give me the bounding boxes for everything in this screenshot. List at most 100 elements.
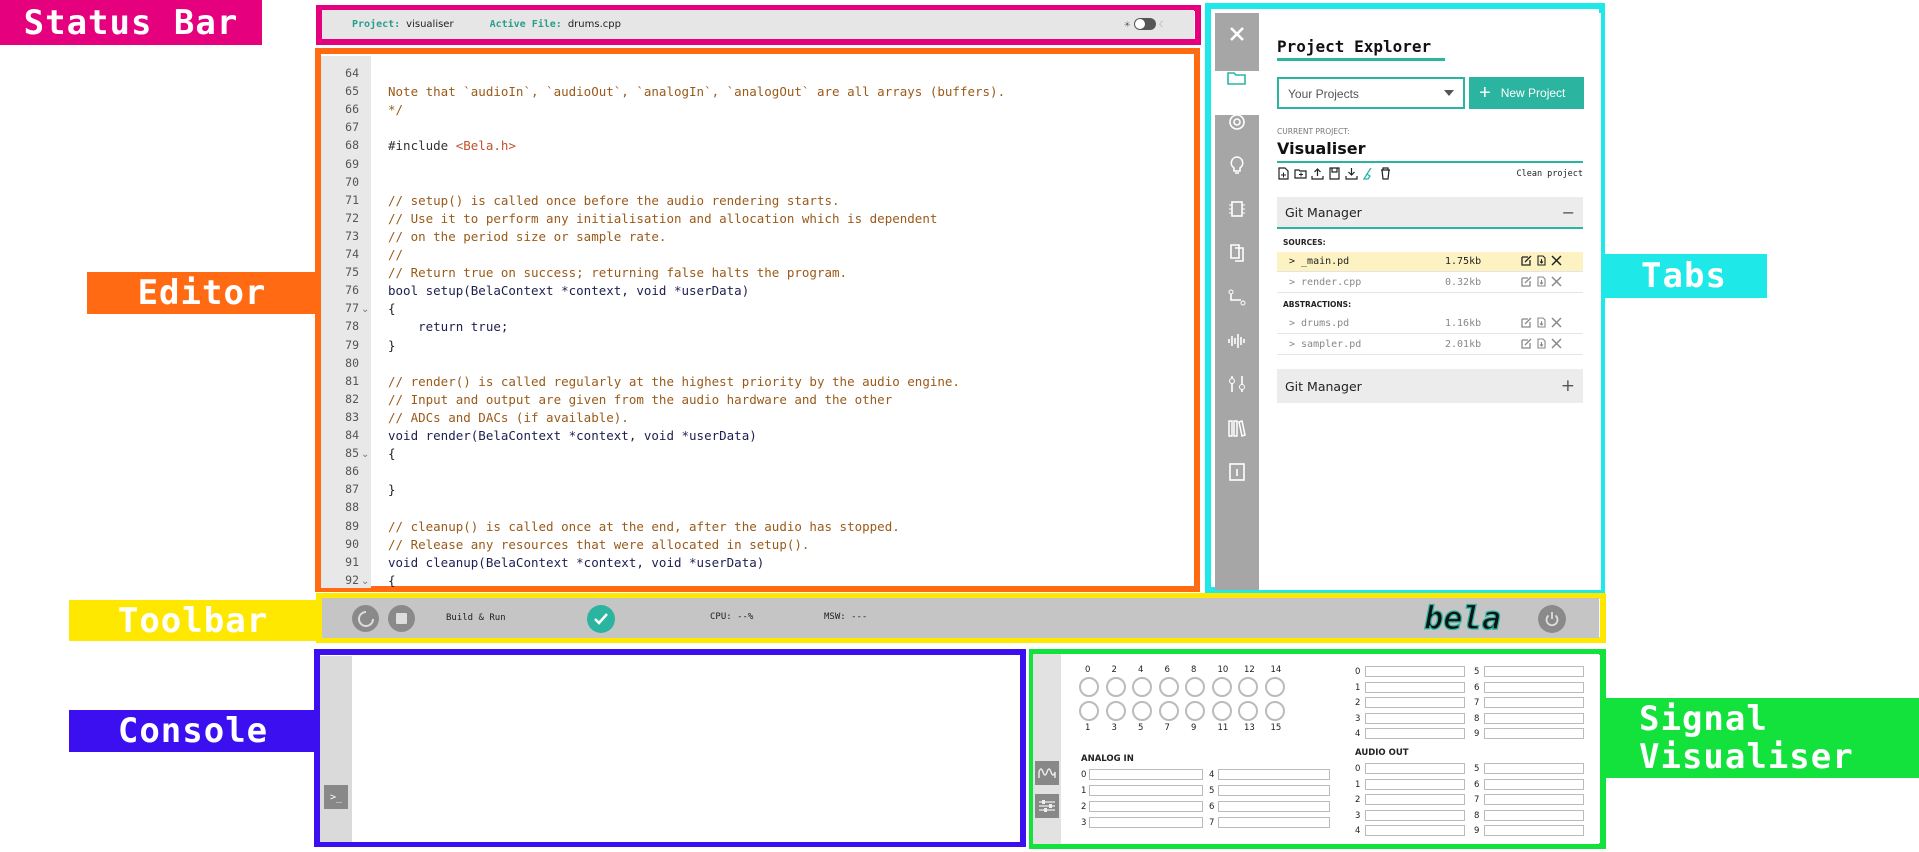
digital-pin-indicator[interactable] xyxy=(1079,677,1099,697)
stop-button[interactable] xyxy=(388,605,415,632)
digital-pin-indicator[interactable] xyxy=(1105,677,1126,697)
channel-meter xyxy=(1484,697,1584,708)
toggle-switch[interactable] xyxy=(1133,18,1156,30)
pipeline-icon[interactable] xyxy=(1226,286,1248,308)
digital-pin-indicator[interactable] xyxy=(1211,701,1232,721)
channel-number: 5 xyxy=(1474,667,1480,677)
fold-chevron-icon[interactable]: ⌄ xyxy=(361,576,369,587)
digital-pin-indicator[interactable] xyxy=(1238,701,1258,721)
edit-icon[interactable] xyxy=(1521,317,1532,328)
analog-in-label: ANALOG IN xyxy=(1081,754,1134,764)
digital-pin-indicator[interactable] xyxy=(1158,677,1179,697)
chip-icon[interactable] xyxy=(1226,198,1248,220)
new-project-label: New Project xyxy=(1500,86,1566,100)
code-line: // Return true on success; returning fal… xyxy=(388,265,848,281)
new-project-button[interactable]: + New Project xyxy=(1469,77,1584,109)
digital-pin-indicator[interactable] xyxy=(1211,677,1232,697)
digital-pin-indicator[interactable] xyxy=(1238,677,1258,697)
channel-number: 6 xyxy=(1474,779,1480,790)
channel-number: 11 xyxy=(1217,723,1229,733)
settings-icon[interactable] xyxy=(1226,111,1248,133)
channel-number: 7 xyxy=(1209,818,1215,828)
file-name: > sampler.pd xyxy=(1289,339,1362,350)
channel-meter xyxy=(1365,825,1465,836)
digital-pin-indicator[interactable] xyxy=(1132,701,1152,721)
oscilloscope-button[interactable] xyxy=(1035,761,1059,785)
channel-number: 9 xyxy=(1474,826,1480,836)
power-button[interactable] xyxy=(1538,605,1566,633)
file-row[interactable]: > drums.pd 1.16kb xyxy=(1277,314,1583,334)
file-row[interactable]: > render.cpp 0.32kb xyxy=(1277,273,1583,293)
channel-meter xyxy=(1484,794,1584,805)
file-row[interactable]: > _main.pd 1.75kb xyxy=(1277,252,1583,272)
clean-project-button[interactable]: Clean project xyxy=(1516,169,1583,179)
download-file-icon[interactable] xyxy=(1536,276,1547,287)
channel-meter xyxy=(1365,794,1465,805)
delete-icon[interactable] xyxy=(1551,255,1562,266)
digital-pin-indicator[interactable] xyxy=(1132,677,1152,697)
edit-icon[interactable] xyxy=(1521,276,1532,287)
project-value: visualiser xyxy=(406,19,454,30)
digital-pin-indicator[interactable] xyxy=(1185,701,1205,721)
line-number: 91 xyxy=(345,554,359,569)
check-icon xyxy=(594,613,608,625)
download-file-icon[interactable] xyxy=(1536,338,1547,349)
library-icon[interactable] xyxy=(1226,417,1248,439)
close-icon[interactable] xyxy=(1226,23,1248,45)
download-icon[interactable] xyxy=(1345,167,1358,180)
info-icon[interactable] xyxy=(1226,461,1248,483)
channel-meter xyxy=(1089,817,1203,828)
trash-icon[interactable] xyxy=(1379,167,1392,180)
build-run-button[interactable]: Build & Run xyxy=(446,613,506,623)
channel-number: 0 xyxy=(1355,667,1361,677)
git-manager-header-2[interactable]: Git Manager + xyxy=(1277,369,1583,403)
upload-icon[interactable] xyxy=(1311,167,1324,180)
file-name: > drums.pd xyxy=(1289,318,1350,329)
download-file-icon[interactable] xyxy=(1536,317,1547,328)
digital-pin-indicator[interactable] xyxy=(1105,701,1126,721)
controls-icon[interactable] xyxy=(1226,373,1248,395)
line-number: 79 xyxy=(345,337,359,352)
save-file-icon[interactable] xyxy=(1328,167,1341,180)
git-manager-header[interactable]: Git Manager − xyxy=(1277,197,1583,229)
channel-number: 6 xyxy=(1164,665,1170,675)
console-prompt-button[interactable]: >_ xyxy=(324,785,348,809)
digital-pin-indicator[interactable] xyxy=(1158,701,1179,721)
clean-icon[interactable] xyxy=(1362,167,1375,180)
file-size: 1.16kb xyxy=(1445,318,1482,329)
edit-icon[interactable] xyxy=(1521,255,1532,266)
file-row[interactable]: > sampler.pd 2.01kb xyxy=(1277,335,1583,355)
lightbulb-icon[interactable] xyxy=(1226,154,1248,176)
console-output[interactable] xyxy=(352,656,1020,842)
download-file-icon[interactable] xyxy=(1536,255,1547,266)
delete-icon[interactable] xyxy=(1551,276,1562,287)
folder-icon[interactable] xyxy=(1226,67,1248,89)
digital-pin-indicator[interactable] xyxy=(1264,677,1285,697)
channel-number: 14 xyxy=(1270,665,1282,675)
channel-number: 8 xyxy=(1474,810,1480,821)
new-file-icon[interactable] xyxy=(1277,167,1290,180)
projects-select[interactable]: Your Projects xyxy=(1277,77,1465,109)
new-folder-icon[interactable] xyxy=(1294,167,1307,180)
channel-number: 5 xyxy=(1474,764,1480,774)
code-line: // cleanup() is called once at the end, … xyxy=(388,518,900,534)
fold-chevron-icon[interactable]: ⌄ xyxy=(361,304,369,315)
channel-meter xyxy=(1484,712,1584,724)
line-number: 88 xyxy=(345,500,359,515)
digital-pin-indicator[interactable] xyxy=(1264,701,1285,721)
waveform-icon[interactable] xyxy=(1226,330,1248,352)
edit-icon[interactable] xyxy=(1521,338,1532,349)
delete-icon[interactable] xyxy=(1551,338,1562,349)
documents-icon[interactable] xyxy=(1226,242,1248,264)
fold-chevron-icon[interactable]: ⌄ xyxy=(361,449,369,460)
collapse-icon[interactable]: − xyxy=(1562,203,1575,222)
theme-toggle[interactable]: ☀ ☾ xyxy=(1124,18,1166,30)
digital-pin-indicator[interactable] xyxy=(1079,701,1099,721)
controls-button[interactable] xyxy=(1035,794,1059,818)
expand-icon[interactable]: + xyxy=(1561,376,1575,396)
delete-icon[interactable] xyxy=(1551,317,1562,328)
channel-meter xyxy=(1365,728,1465,739)
channel-number: 0 xyxy=(1085,665,1091,675)
digital-pin-indicator[interactable] xyxy=(1185,677,1205,697)
refresh-button[interactable] xyxy=(352,605,379,632)
